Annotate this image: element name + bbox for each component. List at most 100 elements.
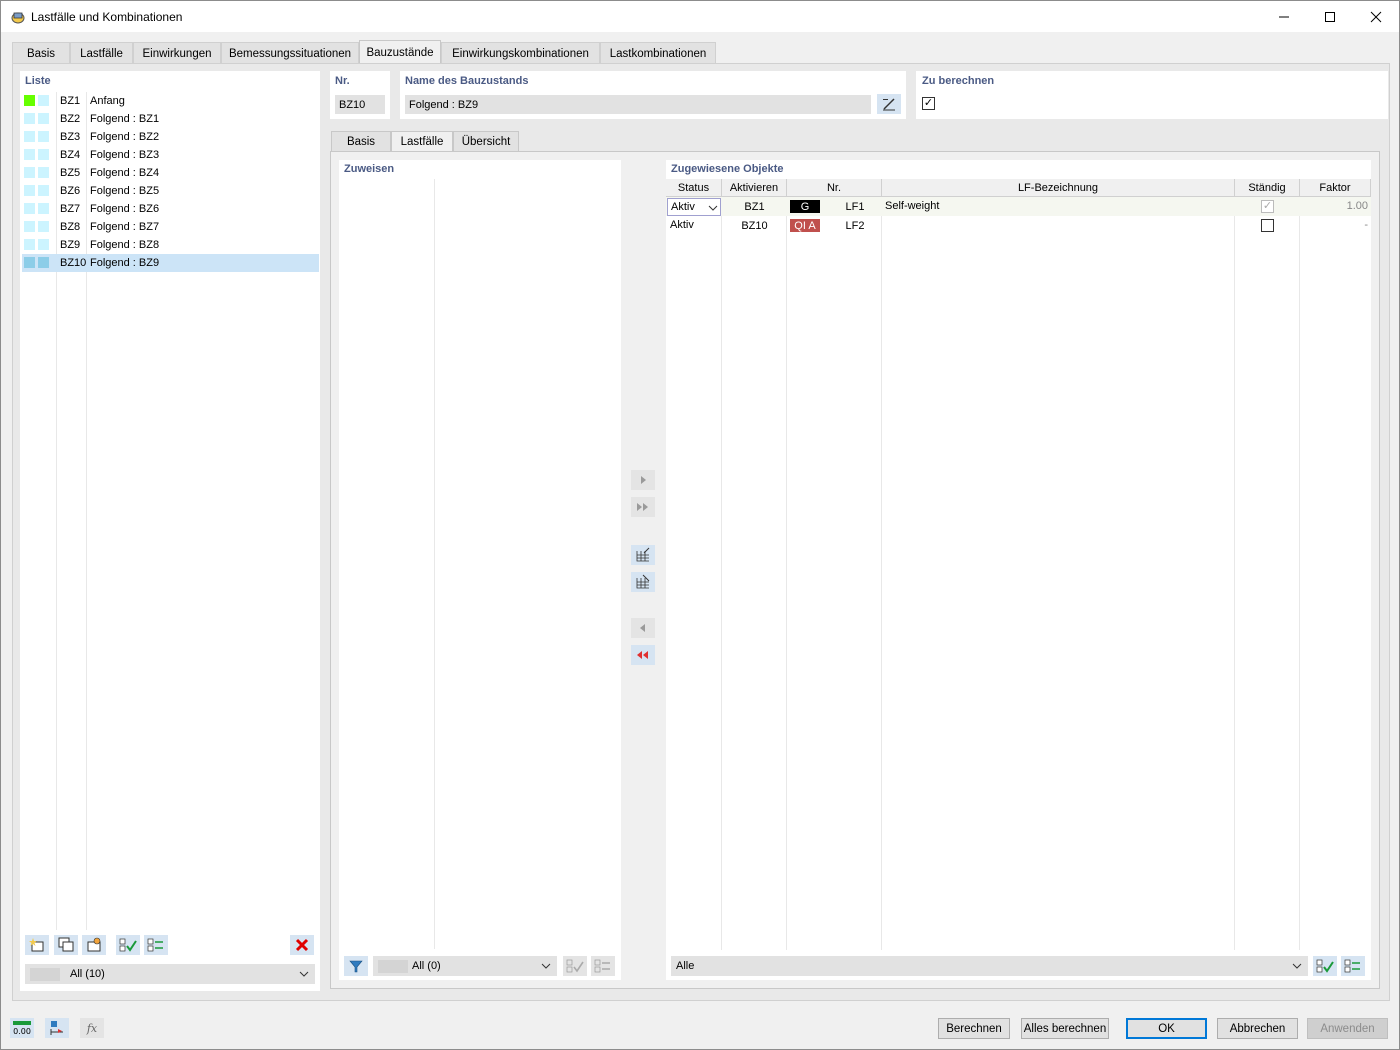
tab-lastfaelle[interactable]: Lastfälle — [70, 42, 133, 64]
delete-button[interactable] — [290, 935, 314, 955]
status-cell[interactable]: Aktiv — [670, 216, 694, 234]
factor-cell[interactable]: - — [1300, 216, 1368, 234]
assign-header: Zuweisen — [344, 163, 395, 175]
tab-bauzustaende[interactable]: Bauzustände — [359, 40, 441, 64]
list-item[interactable]: BZ2 Folgend : BZ1 — [22, 110, 319, 128]
calc-button[interactable]: Berechnen — [938, 1018, 1010, 1039]
cancel-button[interactable]: Abbrechen — [1217, 1018, 1298, 1039]
tab-einwirkungen[interactable]: Einwirkungen — [133, 42, 221, 64]
list-item-name: Folgend : BZ5 — [90, 185, 160, 197]
units-button[interactable] — [45, 1018, 69, 1038]
assign-invert-button[interactable] — [591, 956, 615, 976]
list-item-selected[interactable]: BZ10 Folgend : BZ9 — [22, 254, 319, 272]
tab-bemessungssituationen[interactable]: Bemessungssituationen — [221, 42, 359, 64]
list-item-code: BZ2 — [60, 113, 81, 125]
edit-name-button[interactable] — [877, 94, 901, 114]
remove-selection-button[interactable] — [631, 572, 655, 592]
col-aktivieren[interactable]: Aktivieren — [722, 179, 787, 197]
list-item[interactable]: BZ1 Anfang — [22, 92, 319, 110]
assigned-invert-button[interactable] — [1341, 956, 1365, 976]
assign-selection-button[interactable] — [631, 545, 655, 565]
list-item[interactable]: BZ8 Folgend : BZ7 — [22, 218, 319, 236]
color-marker — [24, 149, 35, 160]
list-item[interactable]: BZ3 Folgend : BZ2 — [22, 128, 319, 146]
list-item-code: BZ4 — [60, 149, 81, 161]
col-faktor[interactable]: Faktor — [1300, 179, 1371, 197]
lf-nr-cell: LF1 — [845, 201, 865, 213]
calc-label: Zu berechnen — [922, 75, 995, 87]
color-marker — [38, 203, 49, 214]
col-nr[interactable]: Nr. — [787, 179, 882, 197]
assigned-filter-select[interactable]: Alle — [671, 956, 1308, 976]
permanent-checkbox[interactable] — [1261, 219, 1274, 232]
list-filter-select[interactable]: All (10) — [25, 964, 315, 984]
units-icon — [50, 1021, 63, 1035]
list-item-name: Folgend : BZ8 — [90, 239, 160, 251]
assign-one-button[interactable] — [631, 470, 655, 490]
chevron-down-icon — [541, 963, 551, 969]
list-item-code: BZ7 — [60, 203, 81, 215]
permanent-checkbox[interactable]: ✓ — [1261, 200, 1274, 213]
decimal-settings-button[interactable]: 0.00 — [10, 1018, 34, 1038]
factor-cell[interactable]: 1.00 — [1300, 197, 1368, 215]
filter-button[interactable] — [344, 956, 368, 976]
arrow-left-icon — [640, 624, 645, 632]
type-badge: G — [790, 200, 820, 213]
lf-name-cell: Self-weight — [885, 200, 940, 212]
check-all-button[interactable] — [116, 935, 140, 955]
minimize-icon — [1279, 16, 1289, 17]
list-item[interactable]: BZ7 Folgend : BZ6 — [22, 200, 319, 218]
invert-check-button[interactable] — [144, 935, 168, 955]
delete-icon — [295, 938, 309, 952]
remove-all-button[interactable] — [631, 645, 655, 665]
formula-button[interactable]: fx — [80, 1018, 104, 1038]
assign-filter-select[interactable]: All (0) — [373, 956, 557, 976]
list-item-name: Folgend : BZ9 — [90, 257, 160, 269]
list-item[interactable]: BZ5 Folgend : BZ4 — [22, 164, 319, 182]
calc-checkbox[interactable]: ✓ — [922, 97, 935, 110]
name-label: Name des Bauzustands — [405, 75, 529, 87]
app-icon — [11, 12, 25, 24]
grid-deselect-icon — [636, 574, 650, 589]
invert-check-icon — [1344, 959, 1360, 973]
copy-item-button[interactable] — [54, 935, 78, 955]
remove-one-button[interactable] — [631, 618, 655, 638]
new-item-button[interactable] — [25, 935, 49, 955]
tab-lastkombinationen[interactable]: Lastkombinationen — [600, 42, 716, 64]
close-button[interactable] — [1353, 1, 1399, 32]
list-item-name: Folgend : BZ1 — [90, 113, 160, 125]
subtab-uebersicht[interactable]: Übersicht — [453, 131, 519, 152]
color-marker — [24, 95, 35, 106]
assign-filter-value: All (0) — [412, 960, 441, 972]
color-marker — [38, 221, 49, 232]
name-input[interactable]: Folgend : BZ9 — [405, 95, 871, 114]
col-staendig[interactable]: Ständig — [1235, 179, 1300, 197]
list-item[interactable]: BZ4 Folgend : BZ3 — [22, 146, 319, 164]
col-status[interactable]: Status — [666, 179, 722, 197]
maximize-button[interactable] — [1307, 1, 1353, 32]
list-item-code: BZ10 — [60, 257, 87, 269]
status-select[interactable]: Aktiv — [667, 198, 721, 216]
minimize-button[interactable] — [1261, 1, 1307, 32]
assign-all-button[interactable] — [631, 497, 655, 517]
col-lf-bezeichnung[interactable]: LF-Bezeichnung — [882, 179, 1235, 197]
assign-check-all-button[interactable] — [563, 956, 587, 976]
item-properties-button[interactable] — [82, 935, 106, 955]
table-divider — [1299, 197, 1300, 950]
subtab-basis[interactable]: Basis — [331, 131, 391, 152]
list-item[interactable]: BZ9 Folgend : BZ8 — [22, 236, 319, 254]
tab-basis[interactable]: Basis — [12, 42, 70, 64]
list-item[interactable]: BZ6 Folgend : BZ5 — [22, 182, 319, 200]
assigned-filter-value: Alle — [676, 960, 695, 972]
assigned-panel — [666, 160, 1371, 980]
assigned-check-all-button[interactable] — [1313, 956, 1337, 976]
decimal-icon: 0.00 — [13, 1021, 31, 1036]
activate-cell: BZ1 — [744, 201, 765, 213]
calc-all-button[interactable]: Alles berechnen — [1021, 1018, 1109, 1039]
tab-einwirkungskombinationen[interactable]: Einwirkungskombinationen — [441, 42, 600, 64]
list-item-name: Folgend : BZ2 — [90, 131, 160, 143]
invert-check-icon — [147, 938, 163, 952]
subtab-lastfaelle[interactable]: Lastfälle — [391, 131, 453, 152]
ok-button[interactable]: OK — [1126, 1018, 1207, 1039]
apply-button[interactable]: Anwenden — [1307, 1018, 1388, 1039]
